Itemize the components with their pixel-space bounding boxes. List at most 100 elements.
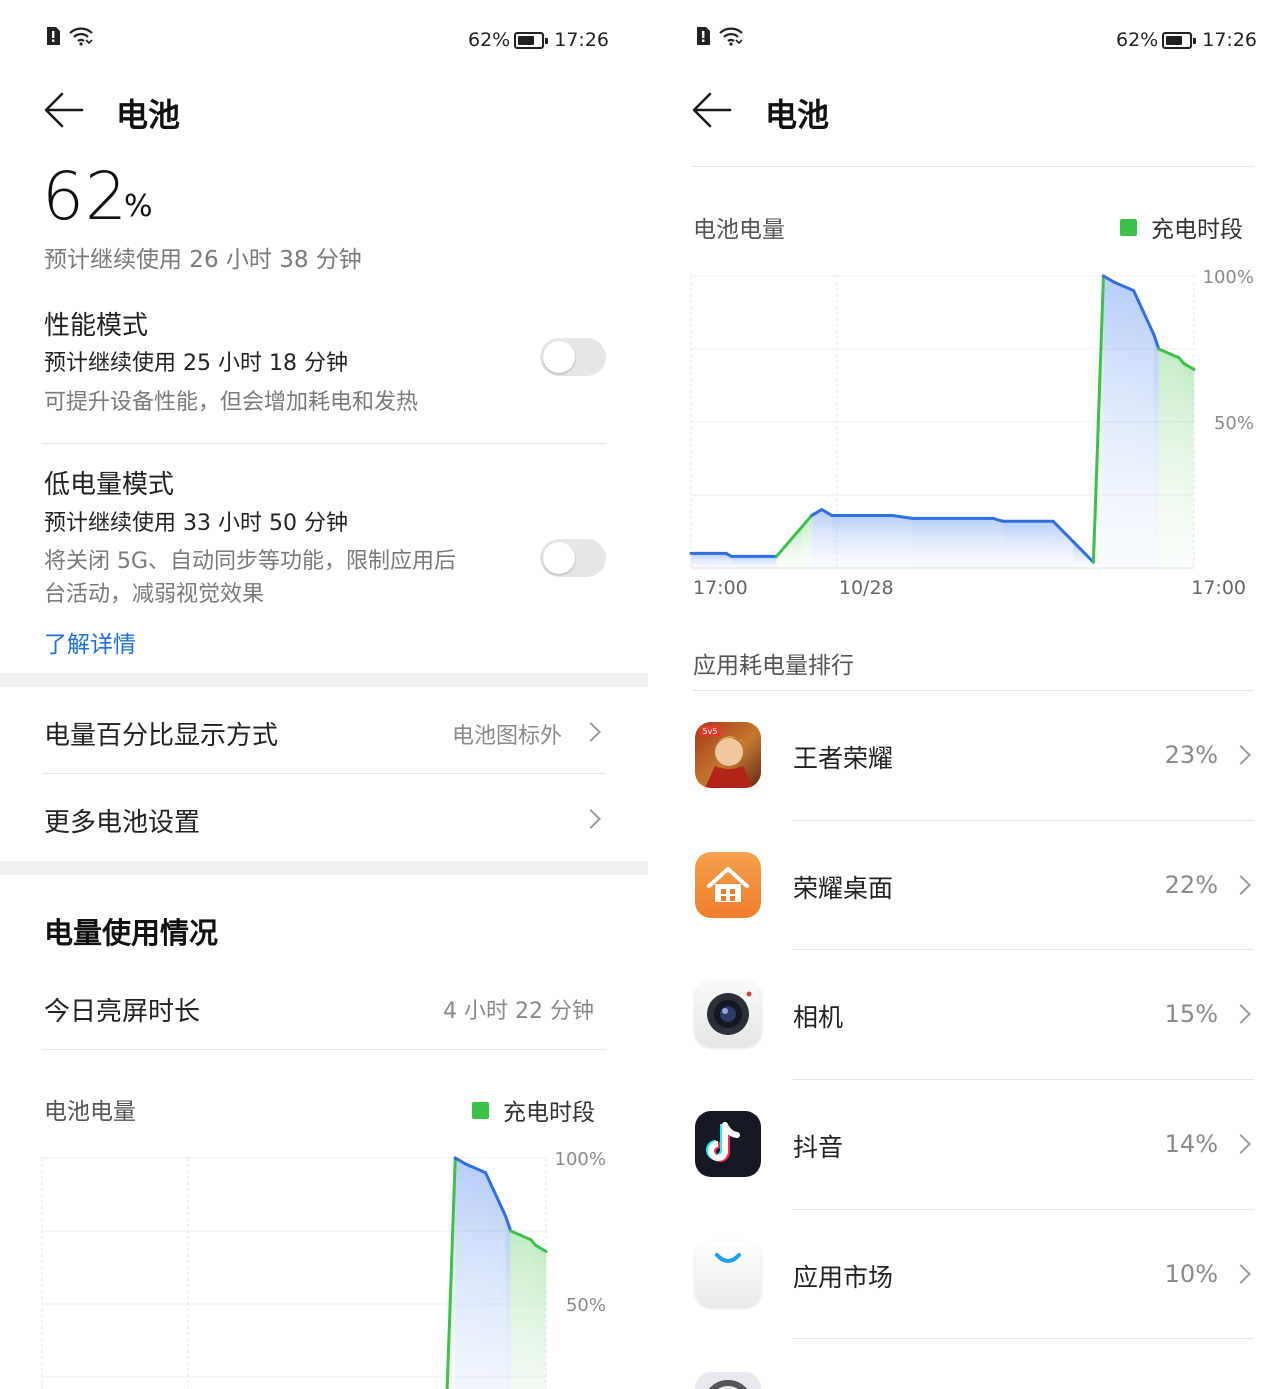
- area-segment: [892, 515, 913, 568]
- sim-alert-icon: [694, 26, 712, 51]
- status-time: 17:26: [554, 29, 609, 51]
- area-segment: [510, 1231, 531, 1389]
- performance-mode-description: 可提升设备性能，但会增加耗电和发热: [44, 390, 419, 415]
- low-power-mode-estimate: 预计继续使用 33 小时 50 分钟: [44, 511, 348, 536]
- app-row-camera[interactable]: 相机 15%: [648, 950, 1267, 1079]
- chevron-right-icon: [1231, 875, 1251, 895]
- app-percent: 14%: [1164, 1130, 1218, 1158]
- app-percent: 15%: [1164, 1000, 1218, 1028]
- performance-mode-title: 性能模式: [44, 311, 149, 341]
- battery-percent-sign: %: [124, 189, 153, 224]
- chart-heading: 电池电量: [44, 1099, 136, 1125]
- app-ranking-heading: 应用耗电量排行: [693, 653, 854, 679]
- area-segment: [731, 556, 777, 568]
- legend-charging-label: 充电时段: [503, 1100, 595, 1126]
- area-segment: [1053, 521, 1074, 568]
- app-percent: 10%: [1164, 1260, 1218, 1288]
- area-segment: [1133, 290, 1154, 568]
- usage-heading: 电量使用情况: [44, 916, 219, 950]
- percent-display-row[interactable]: 电量百分比显示方式 电池图标外: [0, 687, 648, 773]
- legend-charging-label: 充电时段: [1151, 217, 1243, 243]
- chevron-right-icon: [1231, 1264, 1251, 1284]
- x-tick-label: 17:00: [693, 577, 748, 599]
- divider: [42, 1049, 606, 1050]
- area-segment: [535, 1245, 546, 1389]
- low-power-mode-toggle[interactable]: [540, 539, 606, 577]
- divider: [42, 443, 606, 444]
- battery-estimate: 预计继续使用 26 小时 38 分钟: [44, 247, 362, 273]
- app-row-market[interactable]: 应用市场 10%: [648, 1210, 1267, 1339]
- y-tick-label: 50%: [566, 1295, 606, 1316]
- chevron-right-icon: [1231, 1004, 1251, 1024]
- sim-alert-icon: [44, 26, 62, 51]
- screen-time-value: 4 小时 22 分钟: [443, 999, 594, 1024]
- status-bar-left-icons: [694, 26, 744, 54]
- divider: [793, 1338, 1254, 1339]
- app-row-douyin[interactable]: 抖音 14%: [648, 1080, 1267, 1209]
- area-segment: [455, 1158, 466, 1389]
- more-battery-settings-row[interactable]: 更多电池设置: [0, 774, 648, 860]
- app-market-icon: [695, 1241, 761, 1307]
- legend-charging-swatch: [1120, 218, 1137, 236]
- y-tick-label: 100%: [1203, 267, 1254, 288]
- chevron-right-icon: [1231, 745, 1251, 765]
- battery-icon: [514, 31, 549, 49]
- page-title: 电池: [765, 96, 830, 134]
- legend-charging-swatch: [472, 1101, 489, 1119]
- page-title: 电池: [116, 96, 181, 134]
- back-arrow-icon[interactable]: [690, 88, 734, 132]
- status-time: 17:26: [1202, 29, 1257, 51]
- area-segment: [1002, 521, 1054, 568]
- x-tick-label: 17:00: [1191, 577, 1246, 599]
- y-tick-label: 50%: [1214, 413, 1254, 434]
- area-segment: [912, 518, 993, 568]
- chevron-right-icon: [581, 722, 601, 742]
- left-battery-screen: 62% 17:26 电池 62 % 预计继续使用 26 小时 38 分钟 性能模…: [0, 0, 648, 1389]
- low-power-mode-description-1: 将关闭 5G、自动同步等功能，限制应用后: [44, 549, 457, 574]
- battery-icon: [1162, 31, 1197, 49]
- home-launcher-icon: [695, 852, 761, 918]
- chevron-right-icon: [581, 809, 601, 829]
- battery-percent-value: 62: [42, 158, 128, 235]
- screen-time-label: 今日亮屏时长: [44, 997, 201, 1027]
- area-segment: [1183, 363, 1194, 568]
- y-tick-label: 100%: [555, 1149, 606, 1170]
- area-segment: [1103, 276, 1114, 568]
- learn-more-link[interactable]: 了解详情: [44, 625, 136, 659]
- low-power-mode-title: 低电量模式: [44, 470, 175, 500]
- wifi-icon: [68, 26, 94, 51]
- area-segment: [691, 553, 727, 568]
- status-battery-pct: 62%: [1116, 29, 1159, 51]
- performance-mode-toggle[interactable]: [540, 338, 606, 376]
- settings-gear-icon: [695, 1372, 761, 1389]
- camera-icon: [695, 981, 761, 1047]
- area-segment: [530, 1239, 536, 1389]
- performance-mode-estimate: 预计继续使用 25 小时 18 分钟: [44, 351, 348, 376]
- status-bar-right: 62% 17:26: [468, 26, 609, 54]
- wifi-icon: [718, 26, 744, 51]
- app-row-wangzhe[interactable]: 5v5 王者荣耀 23%: [648, 691, 1267, 820]
- chevron-right-icon: [1231, 1134, 1251, 1154]
- app-name: 相机: [793, 1003, 844, 1032]
- battery-level-chart: 100% 50%: [41, 1149, 606, 1389]
- battery-level-chart: 100% 50% 17:00 10/28 17:00: [689, 267, 1254, 599]
- area-segment: [485, 1172, 506, 1389]
- app-percent: 23%: [1164, 741, 1218, 769]
- area-segment: [831, 515, 893, 568]
- right-battery-screen: 62% 17:26 电池 电池电量 充电时段 100% 50% 17:00 10/28…: [648, 0, 1267, 1389]
- tiktok-icon: [695, 1111, 761, 1177]
- divider: [692, 166, 1254, 167]
- area-segment: [465, 1163, 486, 1389]
- game-icon: 5v5: [695, 722, 761, 788]
- chart-legend: 充电时段: [472, 1093, 595, 1127]
- app-name: 抖音: [793, 1133, 844, 1162]
- app-row-launcher[interactable]: 荣耀桌面 22%: [648, 821, 1267, 950]
- area-segment: [992, 518, 1003, 568]
- low-power-mode-description-2: 台活动，减弱视觉效果: [44, 582, 265, 607]
- percent-display-value: 电池图标外: [452, 724, 563, 749]
- chart-heading: 电池电量: [693, 217, 785, 243]
- status-bar-left-icons: [44, 26, 94, 54]
- app-percent: 22%: [1164, 871, 1218, 899]
- status-battery-pct: 62%: [468, 29, 511, 51]
- back-arrow-icon[interactable]: [42, 88, 86, 132]
